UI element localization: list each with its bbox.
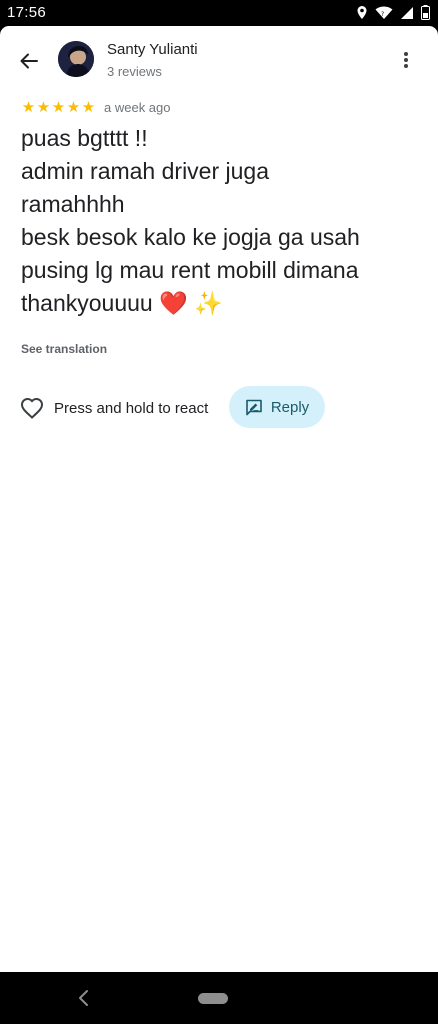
review-line: besk besok kalo ke jogja ga usah [21,224,360,250]
see-translation-link[interactable]: See translation [21,342,107,356]
heart-emoji: ❤️ [159,290,188,316]
star-icon: ★ [51,99,66,116]
star-icon: ★ [66,99,81,116]
nav-home-pill[interactable] [198,993,228,1004]
avatar[interactable] [58,41,94,77]
star-icon: ★ [21,99,36,116]
sparkles-emoji: ✨ [194,290,223,316]
star-icon: ★ [81,99,96,116]
arrow-left-icon [20,53,38,69]
reply-button[interactable]: Reply [229,386,325,428]
nav-back-button[interactable] [74,988,94,1008]
review-line: thankyouuuu [21,290,153,316]
status-time: 17:56 [7,4,47,21]
reply-label: Reply [270,398,310,416]
reply-icon [246,399,262,415]
svg-text:?: ? [381,11,384,18]
react-label: Press and hold to react [54,399,209,417]
more-options-button[interactable] [394,48,418,72]
review-line: ramahhhh [21,191,125,217]
star-rating: ★ ★ ★ ★ ★ [21,100,96,115]
status-icons: ? [356,5,430,25]
heart-outline-icon [20,397,44,419]
chevron-left-icon [79,990,88,1006]
more-vert-icon [404,52,408,68]
react-button[interactable]: Press and hold to react [20,395,208,421]
wifi-icon: ? [375,6,393,25]
battery-icon [421,5,430,25]
review-line: admin ramah driver juga [21,158,270,184]
star-icon: ★ [36,99,51,116]
reviewer-name[interactable]: Santy Yulianti [107,41,198,58]
review-sheet: Santy Yulianti 3 reviews ★ ★ ★ ★ ★ a wee… [0,26,438,972]
rating-row: ★ ★ ★ ★ ★ a week ago [21,100,171,115]
review-line: pusing lg mau rent mobill dimana [21,257,359,283]
review-time: a week ago [104,100,171,115]
system-nav-bar [0,972,438,1024]
reviewer-review-count: 3 reviews [107,64,162,79]
status-bar: 17:56 ? [0,0,438,26]
back-button[interactable] [14,46,44,76]
signal-icon [400,6,414,25]
location-icon [356,5,368,25]
review-text: puas bgtttt !! admin ramah driver juga r… [21,122,421,320]
review-line: puas bgtttt !! [21,125,148,151]
